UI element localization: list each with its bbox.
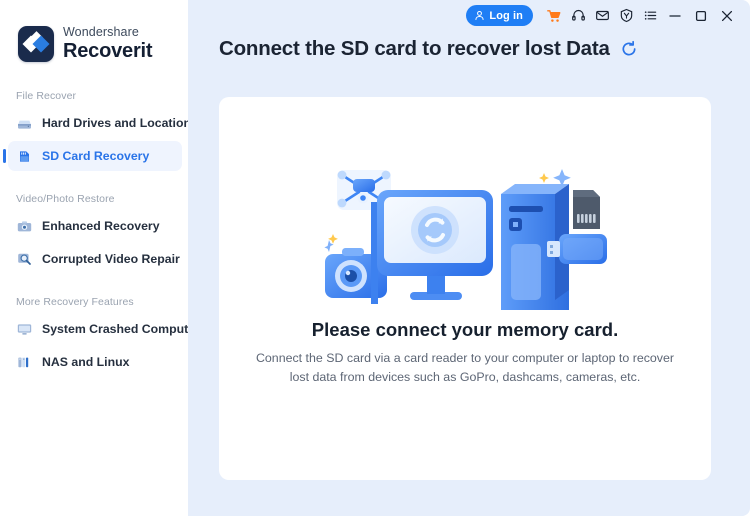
nav-group-label-more-recovery-features: More Recovery Features bbox=[16, 296, 134, 308]
main-content: Log in Connect the SD card to recover lo… bbox=[188, 0, 750, 516]
recoverit-diamond-logo-icon bbox=[18, 26, 54, 62]
video-repair-magnifier-icon bbox=[16, 251, 33, 268]
sd-card-icon bbox=[16, 148, 33, 165]
recoverit-app-window: Wondershare Recoverit File Recover Hard … bbox=[0, 0, 750, 516]
list-menu-icon[interactable] bbox=[638, 4, 662, 28]
refresh-circular-arrow-icon[interactable] bbox=[620, 40, 638, 58]
page-title: Connect the SD card to recover lost Data bbox=[219, 37, 610, 60]
brand-logo: Wondershare Recoverit bbox=[0, 0, 188, 62]
nav-group-label-video-photo-restore: Video/Photo Restore bbox=[16, 193, 115, 205]
nas-server-icon bbox=[16, 354, 33, 371]
sidebar-item-label: NAS and Linux bbox=[42, 355, 130, 369]
sidebar-item-label: Enhanced Recovery bbox=[42, 219, 160, 233]
shopping-cart-icon[interactable] bbox=[542, 4, 566, 28]
window-titlebar: Log in bbox=[188, 0, 750, 31]
headset-support-icon[interactable] bbox=[566, 4, 590, 28]
empty-state-headline: Please connect your memory card. bbox=[311, 319, 619, 340]
login-button-label: Log in bbox=[489, 9, 523, 22]
brand-product-name: Recoverit bbox=[63, 39, 153, 62]
sidebar-item-nas-and-linux[interactable]: NAS and Linux bbox=[8, 347, 182, 377]
login-button[interactable]: Log in bbox=[466, 5, 533, 26]
empty-state-card: Please connect your memory card. Connect… bbox=[219, 97, 711, 480]
sidebar-item-hard-drives-and-locations[interactable]: Hard Drives and Locations bbox=[8, 108, 198, 138]
user-person-icon bbox=[475, 10, 484, 21]
sidebar-item-label: Hard Drives and Locations bbox=[42, 116, 198, 130]
close-button[interactable] bbox=[714, 4, 740, 28]
empty-state-subtext: Connect the SD card via a card reader to… bbox=[255, 351, 675, 384]
maximize-button[interactable] bbox=[688, 4, 714, 28]
sidebar-item-label: SD Card Recovery bbox=[42, 149, 150, 163]
envelope-mail-icon[interactable] bbox=[590, 4, 614, 28]
sidebar: Wondershare Recoverit File Recover Hard … bbox=[0, 0, 200, 516]
sidebar-item-sd-card-recovery[interactable]: SD Card Recovery bbox=[3, 141, 182, 171]
nav-group-label-file-recover: File Recover bbox=[16, 90, 77, 102]
sidebar-item-corrupted-video-repair[interactable]: Corrupted Video Repair bbox=[8, 244, 182, 274]
brand-company-name: Wondershare bbox=[63, 25, 139, 40]
upgrade-shield-icon[interactable] bbox=[614, 4, 638, 28]
sidebar-item-label: Corrupted Video Repair bbox=[42, 252, 180, 266]
brand-text: Wondershare Recoverit bbox=[63, 25, 153, 62]
sidebar-item-system-crashed-computer[interactable]: System Crashed Computer bbox=[8, 314, 200, 344]
monitor-icon bbox=[16, 321, 33, 338]
hard-drive-icon bbox=[16, 115, 33, 132]
page-header: Connect the SD card to recover lost Data bbox=[188, 31, 750, 61]
camera-icon bbox=[16, 218, 33, 235]
sidebar-item-label: System Crashed Computer bbox=[42, 322, 200, 336]
sidebar-item-enhanced-recovery[interactable]: Enhanced Recovery bbox=[8, 211, 182, 241]
minimize-button[interactable] bbox=[662, 4, 688, 28]
